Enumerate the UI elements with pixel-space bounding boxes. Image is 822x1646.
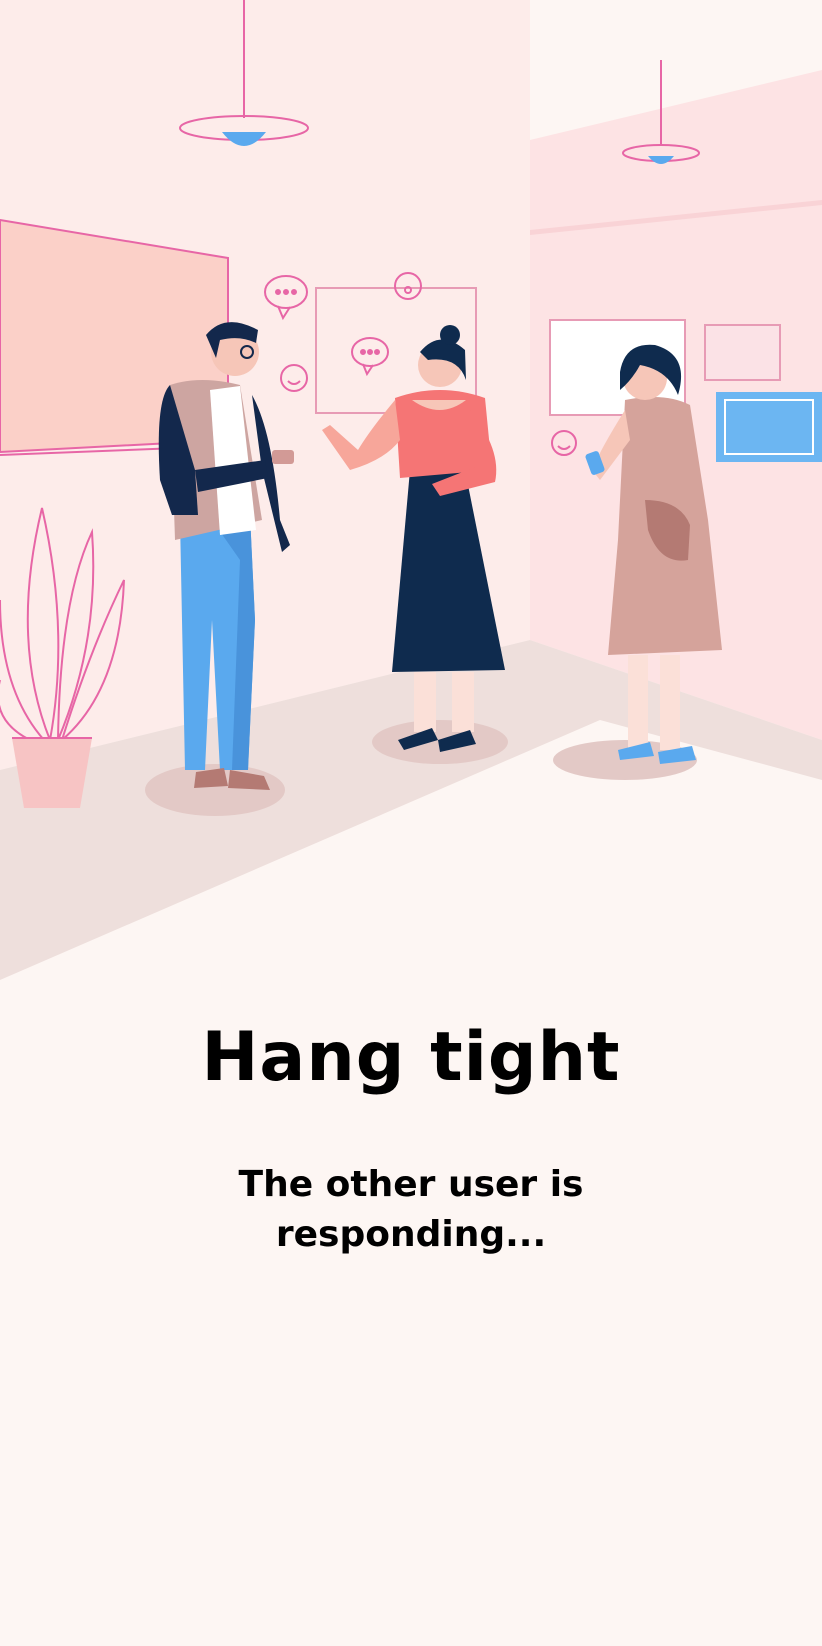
status-message: The other user is responding... [238,1164,584,1255]
waiting-screen: Hang tight The other user is responding.… [0,0,822,1646]
people-chatting-illustration [0,0,822,990]
plant-pot [12,738,92,808]
wall-picture-small [704,324,781,381]
page-title: Hang tight [201,1018,621,1097]
wall-picture-blue [716,392,822,462]
